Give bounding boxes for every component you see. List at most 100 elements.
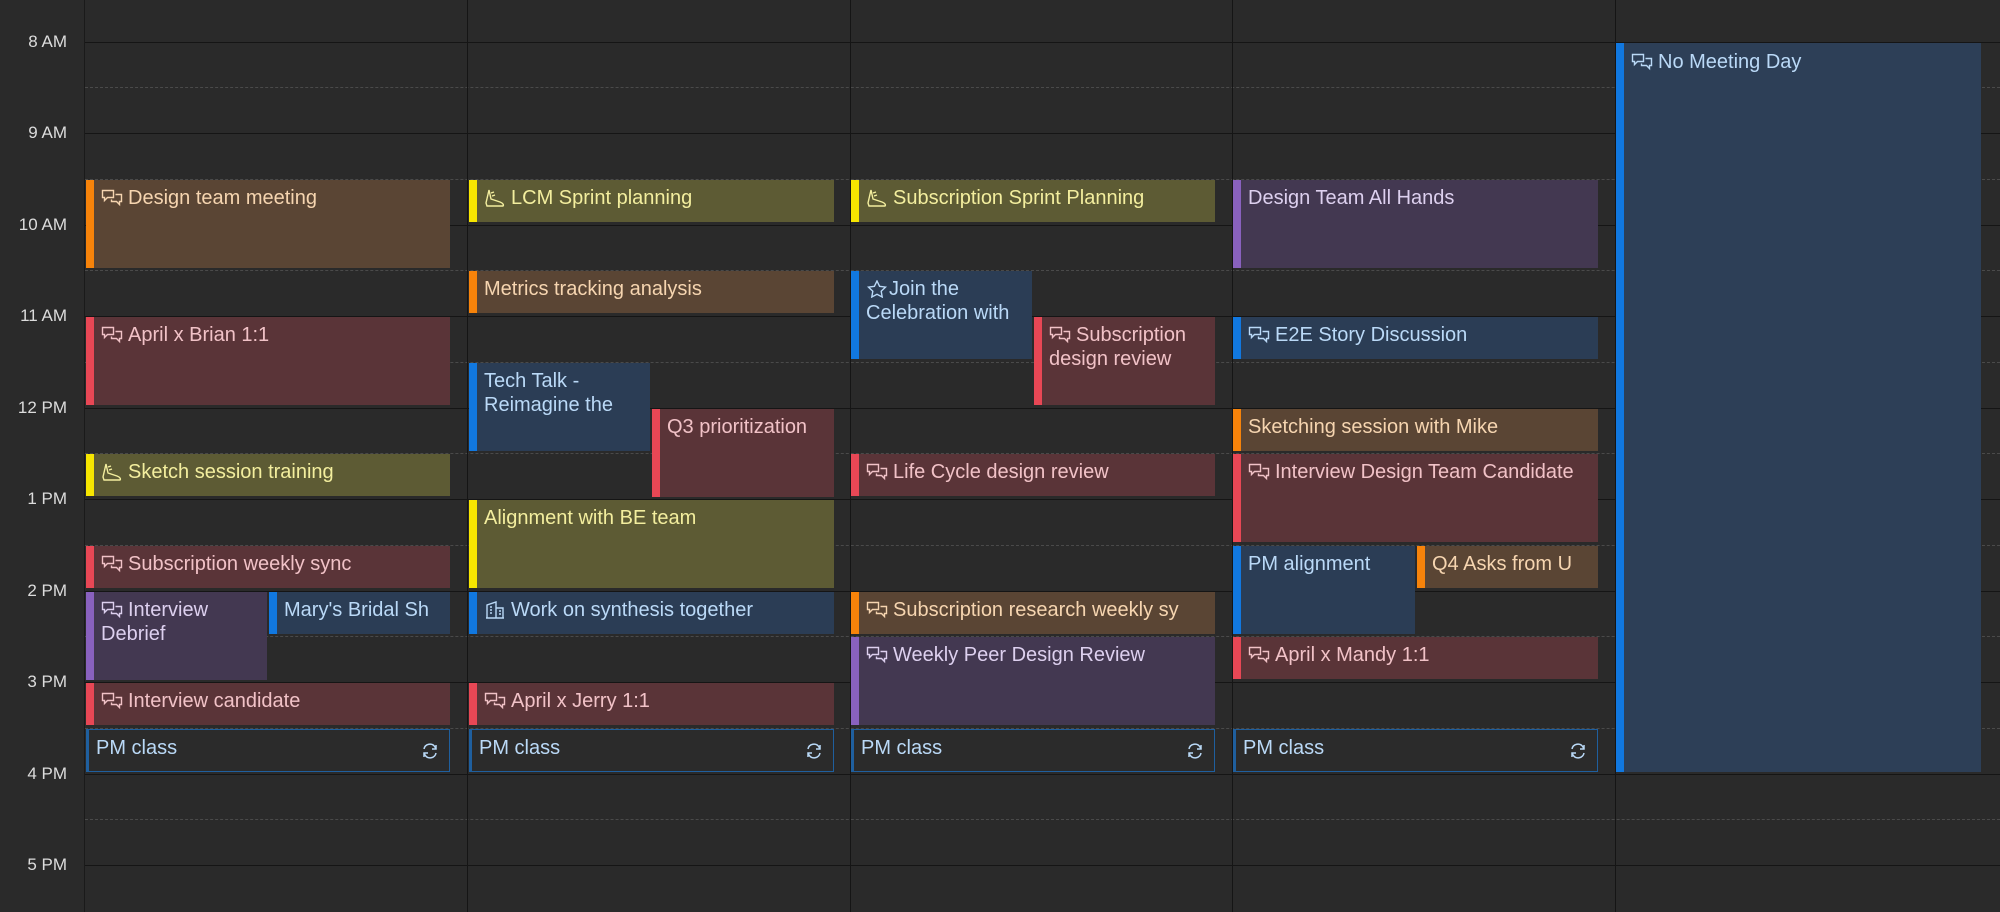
event-title: LCM Sprint planning bbox=[511, 187, 693, 209]
running-shoe-icon bbox=[866, 189, 888, 207]
time-gutter: 8 AM 9 AM 10 AM 11 AM 12 PM 1 PM 2 PM 3 … bbox=[0, 0, 85, 912]
event-subscription-research-weekly[interactable]: Subscription research weekly sy bbox=[851, 592, 1215, 634]
event-title: Alignment with BE team bbox=[484, 507, 697, 529]
chat-bubbles-icon bbox=[866, 601, 888, 619]
event-join-the-celebration[interactable]: Join the Celebration with bbox=[851, 271, 1032, 359]
event-title: Tech Talk - Reimagine the bbox=[484, 370, 613, 416]
time-label: 10 AM bbox=[18, 215, 67, 234]
event-title: PM class bbox=[1243, 737, 1325, 759]
event-sketching-session-mike[interactable]: Sketching session with Mike bbox=[1233, 409, 1598, 451]
event-title: Interview Design Team Candidate bbox=[1275, 461, 1574, 483]
day-column-5[interactable]: No Meeting Day bbox=[1616, 0, 2000, 912]
event-title: Subscription Sprint Planning bbox=[893, 187, 1145, 209]
event-title: April x Jerry 1:1 bbox=[511, 690, 650, 712]
event-e2e-story-discussion[interactable]: E2E Story Discussion bbox=[1233, 317, 1598, 359]
event-tech-talk[interactable]: Tech Talk - Reimagine the bbox=[469, 363, 650, 451]
event-q4-asks[interactable]: Q4 Asks from U bbox=[1417, 546, 1598, 588]
event-title: Q4 Asks from U bbox=[1432, 553, 1573, 575]
event-title: PM class bbox=[479, 737, 561, 759]
event-subscription-sprint-planning[interactable]: Subscription Sprint Planning bbox=[851, 180, 1215, 222]
event-design-team-meeting[interactable]: Design team meeting bbox=[86, 180, 450, 268]
chat-bubbles-icon bbox=[101, 601, 123, 619]
event-pm-alignment[interactable]: PM alignment bbox=[1233, 546, 1415, 634]
event-title: Sketch session training bbox=[128, 461, 334, 483]
event-alignment-be-team[interactable]: Alignment with BE team bbox=[469, 500, 834, 588]
event-title: Subscription weekly sync bbox=[128, 553, 352, 575]
event-pm-class[interactable]: PM class bbox=[1233, 729, 1598, 772]
time-label: 2 PM bbox=[27, 581, 67, 600]
event-interview-candidate[interactable]: Interview candidate bbox=[86, 683, 450, 725]
event-pm-class[interactable]: PM class bbox=[851, 729, 1215, 772]
chat-bubbles-icon bbox=[484, 692, 506, 710]
event-subscription-weekly-sync[interactable]: Subscription weekly sync bbox=[86, 546, 450, 588]
event-pm-class[interactable]: PM class bbox=[86, 729, 450, 772]
event-title: Life Cycle design review bbox=[893, 461, 1109, 483]
event-interview-design-team-candidate[interactable]: Interview Design Team Candidate bbox=[1233, 454, 1598, 542]
chat-bubbles-icon bbox=[1049, 326, 1071, 344]
event-title: PM class bbox=[96, 737, 178, 759]
time-label: 12 PM bbox=[17, 398, 67, 417]
event-metrics-tracking[interactable]: Metrics tracking analysis bbox=[469, 271, 834, 313]
event-title: Sketching session with Mike bbox=[1248, 416, 1499, 438]
day-column-1[interactable]: Design team meeting April x Brian 1:1 Sk… bbox=[85, 0, 467, 912]
event-pm-class[interactable]: PM class bbox=[469, 729, 834, 772]
event-title: April x Mandy 1:1 bbox=[1275, 644, 1430, 666]
event-weekly-peer-design-review[interactable]: Weekly Peer Design Review bbox=[851, 637, 1215, 725]
chat-bubbles-icon bbox=[866, 463, 888, 481]
calendar-grid[interactable]: Design team meeting April x Brian 1:1 Sk… bbox=[85, 0, 2000, 912]
event-title: PM alignment bbox=[1248, 553, 1371, 575]
time-label: 11 AM bbox=[20, 306, 67, 325]
event-sketch-session-training[interactable]: Sketch session training bbox=[86, 454, 450, 496]
recurring-icon bbox=[1568, 741, 1588, 761]
chat-bubbles-icon bbox=[866, 646, 888, 664]
recurring-icon bbox=[1185, 741, 1205, 761]
chat-bubbles-icon bbox=[101, 326, 123, 344]
event-title: Design team meeting bbox=[128, 187, 317, 209]
event-title: Design Team All Hands bbox=[1248, 187, 1455, 209]
event-title: Metrics tracking analysis bbox=[484, 278, 702, 300]
event-april-jerry[interactable]: April x Jerry 1:1 bbox=[469, 683, 834, 725]
event-no-meeting-day[interactable]: No Meeting Day bbox=[1616, 43, 1981, 772]
event-life-cycle-design-review[interactable]: Life Cycle design review bbox=[851, 454, 1215, 496]
time-label: 1 PM bbox=[27, 489, 67, 508]
event-interview-debrief[interactable]: Interview Debrief bbox=[86, 592, 267, 680]
chat-bubbles-icon bbox=[101, 555, 123, 573]
time-label: 9 AM bbox=[28, 123, 67, 142]
event-q3-prioritization[interactable]: Q3 prioritization bbox=[652, 409, 834, 497]
star-icon bbox=[866, 280, 888, 298]
event-title: Mary's Bridal Sh bbox=[284, 599, 429, 621]
event-marys-bridal[interactable]: Mary's Bridal Sh bbox=[269, 592, 450, 634]
event-title: E2E Story Discussion bbox=[1275, 324, 1468, 346]
chat-bubbles-icon bbox=[1248, 646, 1270, 664]
event-title: Weekly Peer Design Review bbox=[893, 644, 1145, 666]
time-label: 4 PM bbox=[27, 764, 67, 783]
running-shoe-icon bbox=[101, 463, 123, 481]
chat-bubbles-icon bbox=[101, 189, 123, 207]
event-april-mandy[interactable]: April x Mandy 1:1 bbox=[1233, 637, 1598, 679]
chat-bubbles-icon bbox=[1248, 463, 1270, 481]
chat-bubbles-icon bbox=[101, 692, 123, 710]
event-april-brian[interactable]: April x Brian 1:1 bbox=[86, 317, 450, 405]
event-title: Interview candidate bbox=[128, 690, 301, 712]
event-title: April x Brian 1:1 bbox=[128, 324, 270, 346]
day-column-4[interactable]: Design Team All Hands E2E Story Discussi… bbox=[1233, 0, 1615, 912]
event-work-on-synthesis[interactable]: Work on synthesis together bbox=[469, 592, 834, 634]
chat-bubbles-icon bbox=[1631, 53, 1653, 71]
event-title: No Meeting Day bbox=[1658, 51, 1802, 73]
time-label: 8 AM bbox=[28, 32, 67, 51]
chat-bubbles-icon bbox=[1248, 326, 1270, 344]
day-column-2[interactable]: LCM Sprint planning Metrics tracking ana… bbox=[468, 0, 850, 912]
running-shoe-icon bbox=[484, 189, 506, 207]
event-title: Work on synthesis together bbox=[511, 599, 753, 621]
event-title: PM class bbox=[861, 737, 943, 759]
event-design-team-all-hands[interactable]: Design Team All Hands bbox=[1233, 180, 1598, 268]
event-lcm-sprint-planning[interactable]: LCM Sprint planning bbox=[469, 180, 834, 222]
event-title: Q3 prioritization bbox=[667, 416, 808, 438]
recurring-icon bbox=[420, 741, 440, 761]
day-column-3[interactable]: Subscription Sprint Planning Join the Ce… bbox=[851, 0, 1232, 912]
recurring-icon bbox=[804, 741, 824, 761]
time-label: 5 PM bbox=[27, 855, 67, 874]
time-label: 3 PM bbox=[27, 672, 67, 691]
event-title: Subscription research weekly sy bbox=[893, 599, 1179, 621]
event-subscription-design-review[interactable]: Subscription design review bbox=[1034, 317, 1215, 405]
